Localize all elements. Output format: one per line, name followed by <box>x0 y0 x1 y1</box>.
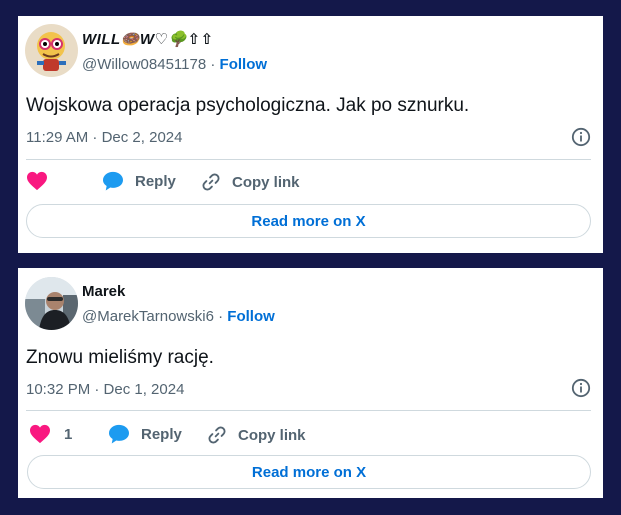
avatar[interactable] <box>25 277 78 330</box>
link-icon <box>202 173 220 191</box>
handle-row: @Willow08451178 · Follow <box>82 56 267 73</box>
copy-link-button[interactable]: Copy link <box>200 171 300 193</box>
copy-link-button[interactable]: Copy link <box>206 424 306 446</box>
like-button[interactable] <box>26 171 48 191</box>
user-handle[interactable]: @MarekTarnowski6 <box>82 308 214 325</box>
tweet-card: WILL🍩W♡🌳⇧⇧ @Willow08451178 · Follow Wojs… <box>18 16 603 253</box>
avatar[interactable] <box>25 24 78 77</box>
divider <box>26 410 591 411</box>
divider <box>26 159 591 160</box>
reply-label: Reply <box>135 172 176 190</box>
separator-dot: · <box>218 308 224 325</box>
read-more-button[interactable]: Read more on X <box>26 204 591 238</box>
info-icon[interactable] <box>571 127 591 147</box>
like-button[interactable]: 1 <box>29 424 72 444</box>
reply-label: Reply <box>141 425 182 443</box>
tweet-text: Znowu mieliśmy rację. <box>26 347 214 368</box>
separator-dot: · <box>210 56 216 73</box>
follow-link[interactable]: Follow <box>220 56 268 73</box>
reply-bubble-icon <box>109 424 129 444</box>
copy-link-label: Copy link <box>238 426 306 444</box>
display-name[interactable]: Marek <box>82 283 125 300</box>
link-icon <box>208 426 226 444</box>
read-more-button[interactable]: Read more on X <box>27 455 591 489</box>
copy-link-label: Copy link <box>232 173 300 191</box>
heart-icon <box>27 171 47 191</box>
like-count: 1 <box>64 425 73 443</box>
reply-bubble-icon <box>103 171 123 191</box>
display-name[interactable]: WILL🍩W♡🌳⇧⇧ <box>82 30 214 48</box>
handle-row: @MarekTarnowski6 · Follow <box>82 308 275 325</box>
tweet-timestamp[interactable]: 11:29 AM · Dec 2, 2024 <box>26 129 182 146</box>
tweet-card: Marek @MarekTarnowski6 · Follow Znowu mi… <box>18 268 603 498</box>
info-icon[interactable] <box>571 378 591 398</box>
tweet-text: Wojskowa operacja psychologiczna. Jak po… <box>26 95 470 116</box>
reply-button[interactable]: Reply <box>108 424 182 444</box>
reply-button[interactable]: Reply <box>102 171 176 191</box>
follow-link[interactable]: Follow <box>227 308 275 325</box>
tweet-timestamp[interactable]: 10:32 PM · Dec 1, 2024 <box>26 381 184 398</box>
user-handle[interactable]: @Willow08451178 <box>82 56 206 73</box>
heart-icon <box>30 424 50 444</box>
